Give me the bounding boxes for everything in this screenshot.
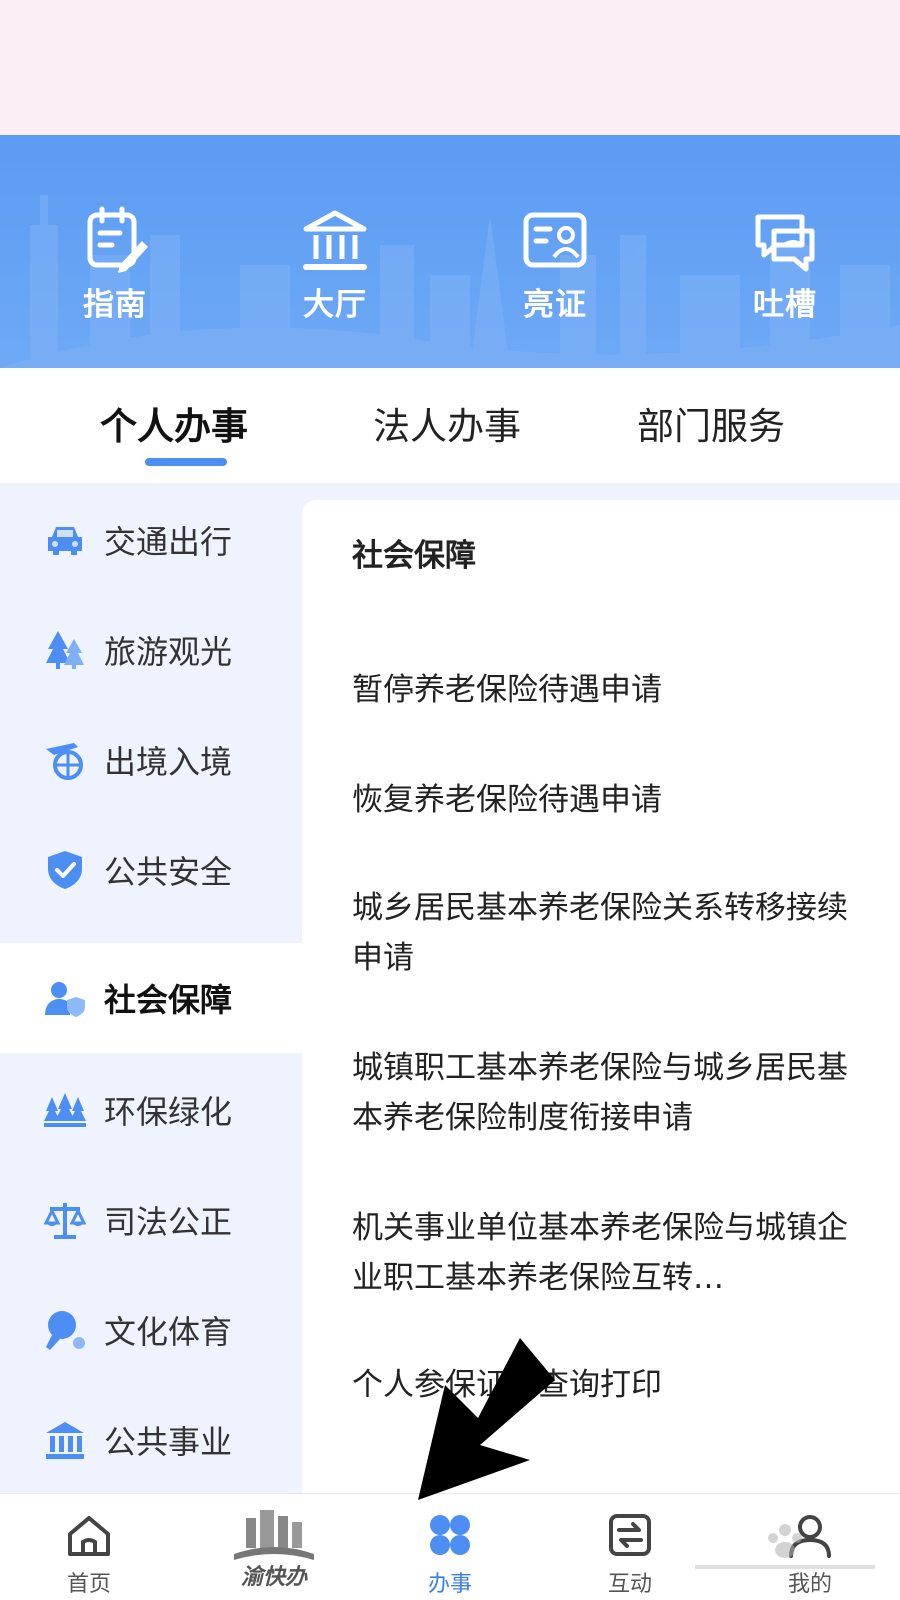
scales-icon [44,1203,86,1239]
category-sidebar: 交通出行 旅游观光 出境入境 公共安全 社会保障 环保绿化 司法公正 文化体育 … [0,483,302,1493]
sidebar-item-label: 公共事业 [104,1423,233,1461]
sidebar-item-public-safety[interactable]: 公共安全 [0,815,302,925]
sidebar-item-transport[interactable]: 交通出行 [0,485,302,595]
quick-action-guide[interactable]: 指南 [45,205,185,324]
hall-icon [303,210,367,270]
nav-home[interactable]: 首页 [34,1510,144,1598]
quick-actions-banner: 指南 大厅 亮证 吐槽 [0,135,900,368]
sidebar-item-label: 交通出行 [104,523,233,561]
sidebar-item-immigration[interactable]: 出境入境 [0,705,302,815]
sidebar-item-justice[interactable]: 司法公正 [0,1165,302,1275]
quick-action-hall[interactable]: 大厅 [265,205,405,324]
active-tab-indicator [145,458,227,466]
section-title: 社会保障 [352,538,476,574]
tab-legal-entity[interactable]: 法人办事 [373,396,521,450]
quick-action-label: 指南 [83,287,147,323]
sidebar-item-label: 出境入境 [104,743,233,781]
tab-department[interactable]: 部门服务 [637,396,785,450]
quick-action-label: 吐槽 [753,287,817,323]
quick-action-feedback[interactable]: 吐槽 [715,205,855,324]
sidebar-item-label: 环保绿化 [104,1093,233,1131]
sidebar-item-label: 公共安全 [104,853,233,891]
grid-icon [430,1515,470,1555]
service-item[interactable]: 城镇职工基本养老保险与城乡居民基本养老保险制度衔接申请 [352,1043,862,1143]
forest-icon [44,1093,86,1127]
sidebar-item-environment[interactable]: 环保绿化 [0,1055,302,1165]
nav-label: 互动 [607,1572,652,1597]
person-shield-icon [45,982,85,1017]
guide-icon [87,206,148,273]
car-icon [48,527,82,555]
nav-brand[interactable]: 渝快办 [226,1500,322,1596]
nav-services[interactable]: 办事 [395,1510,505,1598]
brand-wordmark: 渝快办 [241,1564,308,1590]
nav-label: 首页 [66,1572,111,1597]
top-blank-area [0,0,900,135]
feedback-icon [755,214,815,272]
quick-action-label: 亮证 [523,287,587,323]
sidebar-item-tourism[interactable]: 旅游观光 [0,595,302,705]
service-item[interactable]: 恢复养老保险待遇申请 [352,775,862,825]
quick-action-id-card[interactable]: 亮证 [485,205,625,324]
service-item[interactable]: 城乡居民基本养老保险关系转移接续申请 [352,883,862,983]
service-item[interactable]: 机关事业单位基本养老保险与城镇企业职工基本养老保险互转… [352,1203,862,1303]
service-item[interactable]: 个人参保证明查询打印 [352,1360,862,1410]
service-list-panel: 社会保障 暂停养老保险待遇申请 恢复养老保险待遇申请 城乡居民基本养老保险关系转… [302,500,900,1493]
building-icon [46,1422,84,1459]
id-card-icon [523,212,587,268]
trees-icon [46,631,84,669]
watermark-logo [695,1524,875,1569]
nav-interaction[interactable]: 互动 [575,1510,685,1598]
sidebar-item-label: 文化体育 [104,1313,233,1351]
swap-icon [609,1514,651,1556]
service-item[interactable]: 暂停养老保险待遇申请 [352,665,862,715]
sidebar-item-public-affairs[interactable]: 公共事业 [0,1385,302,1495]
plane-globe-icon [46,743,83,780]
sidebar-item-label: 社会保障 [104,981,233,1019]
brand-logo-icon: 渝快办 [234,1510,314,1590]
sidebar-item-social-security[interactable]: 社会保障 [0,943,302,1053]
quick-action-label: 大厅 [303,287,367,323]
shield-icon [48,851,82,889]
sidebar-item-label: 司法公正 [104,1203,233,1241]
home-icon [68,1516,110,1556]
ping-pong-icon [46,1311,85,1350]
sidebar-item-label: 旅游观光 [104,633,233,671]
sidebar-item-culture-sports[interactable]: 文化体育 [0,1275,302,1385]
nav-label: 办事 [427,1572,472,1597]
service-tabs: 个人办事 法人办事 部门服务 [0,368,900,483]
tab-personal[interactable]: 个人办事 [100,396,248,450]
